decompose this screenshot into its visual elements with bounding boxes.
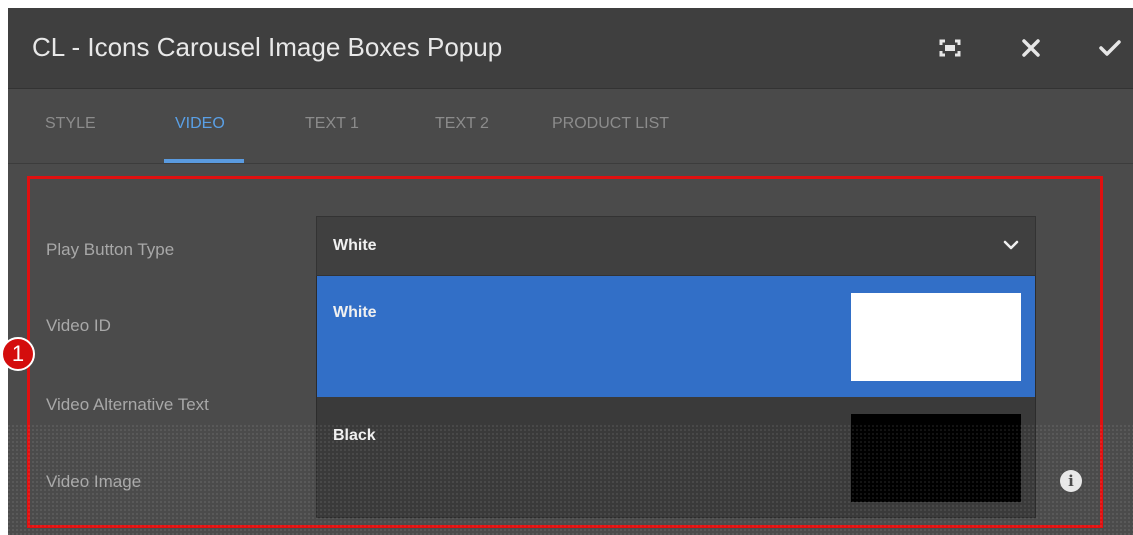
option-white[interactable]: White [317,276,1035,397]
info-icon[interactable]: i [1060,470,1082,492]
annotation-callout: 1 [1,337,35,371]
active-tab-indicator [164,159,244,163]
option-label: Black [333,427,376,444]
fullscreen-icon [939,39,961,57]
option-label: White [333,304,377,321]
tab-bar: STYLE VIDEO TEXT 1 TEXT 2 PRODUCT LIST [8,89,1133,164]
tab-product-list[interactable]: PRODUCT LIST [552,115,669,133]
play-button-type-dropdown: White Black [316,276,1036,518]
chevron-down-icon [1003,240,1019,250]
confirm-button[interactable] [1090,30,1130,66]
close-icon [1022,39,1040,57]
black-swatch [851,414,1021,502]
video-image-label: Video Image [46,472,142,491]
dialog-titlebar: CL - Icons Carousel Image Boxes Popup [8,8,1133,89]
tab-video[interactable]: VIDEO [175,115,225,133]
check-icon [1099,40,1121,56]
tab-text-2[interactable]: TEXT 2 [435,115,489,133]
video-id-label: Video ID [46,316,111,335]
play-button-type-select[interactable]: White [316,216,1036,276]
option-black[interactable]: Black [317,397,1035,518]
tab-style[interactable]: STYLE [45,115,96,133]
tab-text-1[interactable]: TEXT 1 [305,115,359,133]
dialog-title: CL - Icons Carousel Image Boxes Popup [32,32,503,62]
close-button[interactable] [1011,30,1051,66]
select-current-value: White [333,237,377,254]
video-alt-text-label: Video Alternative Text [46,395,209,414]
fullscreen-button[interactable] [930,30,970,66]
white-swatch [851,293,1021,381]
play-button-type-label: Play Button Type [46,240,175,259]
